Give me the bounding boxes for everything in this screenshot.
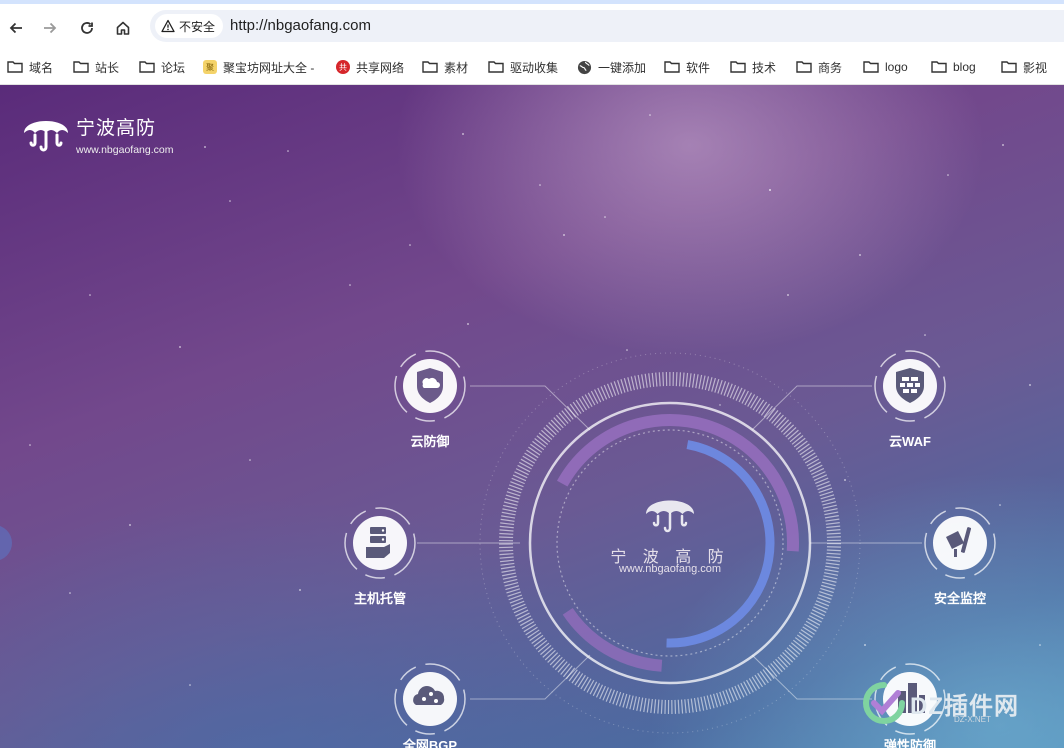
feature-node-bgp[interactable] — [394, 663, 466, 735]
feature-label[interactable]: 主机托管 — [354, 588, 406, 607]
watermark-logo-icon — [863, 682, 905, 724]
bookmark-folder[interactable]: blog — [931, 56, 976, 78]
bookmark-folder[interactable]: 站长 — [73, 56, 119, 78]
feature-node-cloud-waf[interactable] — [874, 350, 946, 422]
bookmark-folder[interactable]: 论坛 — [139, 56, 185, 78]
reload-icon — [81, 22, 93, 34]
feature-label[interactable]: 全网BGP — [403, 735, 457, 748]
site-info-chip[interactable]: 不安全 — [155, 14, 224, 38]
site-favicon: 聚 — [203, 60, 217, 74]
feature-label[interactable]: 弹性防御 — [884, 735, 936, 748]
url-text[interactable]: http://nbgaofang.com — [230, 17, 371, 34]
bookmark-label: 一键添加 — [598, 60, 647, 75]
bookmark-folder[interactable]: 软件 — [664, 56, 710, 78]
bookmark-link[interactable]: 聚 聚宝坊网址大全 - — [203, 56, 314, 78]
bookmark-link[interactable]: 共 共享网络 — [336, 56, 404, 78]
bookmark-label: logo — [885, 60, 908, 74]
bookmark-folder[interactable]: 驱动收集 — [488, 56, 558, 78]
folder-icon — [664, 61, 680, 73]
bookmark-folder[interactable]: logo — [863, 56, 908, 78]
globe-icon — [577, 60, 592, 74]
bookmark-link[interactable]: 一键添加 — [577, 56, 646, 78]
folder-icon — [488, 61, 504, 73]
reload-button[interactable] — [73, 14, 101, 42]
bookmark-folder[interactable]: 技术 — [730, 56, 776, 78]
folder-icon — [139, 61, 155, 73]
bookmark-label: 影视 — [1023, 60, 1048, 75]
home-icon — [116, 21, 130, 35]
bookmark-label: 商务 — [818, 60, 843, 75]
folder-icon — [422, 61, 438, 73]
browser-toolbar: 不安全 http://nbgaofang.com — [0, 4, 1064, 48]
watermark-sub: DZ-X.NET — [954, 715, 991, 724]
bookmark-label: 站长 — [95, 60, 120, 75]
bookmark-label: 聚宝坊网址大全 - — [223, 60, 315, 75]
folder-icon — [7, 61, 23, 73]
bookmark-folder[interactable]: 域名 — [7, 56, 53, 78]
folder-icon — [1001, 61, 1017, 73]
bookmark-label: 素材 — [444, 60, 469, 75]
feature-node-security-monitor[interactable] — [924, 507, 996, 579]
address-bar[interactable]: 不安全 http://nbgaofang.com — [150, 10, 1064, 42]
bookmark-label: 域名 — [29, 60, 54, 75]
warning-icon — [161, 19, 175, 33]
bookmark-label: 共享网络 — [356, 60, 405, 75]
bookmark-folder[interactable]: 商务 — [796, 56, 842, 78]
bookmarks-bar: 域名 站长 论坛 聚 聚宝坊网址大全 - 共 共享网络 素材 驱动收集 一键添加… — [0, 50, 1064, 85]
bookmark-folder[interactable]: 素材 — [422, 56, 468, 78]
hero-section: 宁波高防 www.nbgaofang.com 宁 波 高 防 www.nbgao… — [0, 85, 1064, 748]
feature-label[interactable]: 安全监控 — [934, 588, 986, 607]
security-label: 不安全 — [179, 19, 216, 34]
back-button[interactable] — [2, 14, 30, 42]
feature-label[interactable]: 云防御 — [410, 431, 449, 450]
feature-nodes — [344, 350, 996, 735]
watermark: DZ插件网 DZ-X.NET — [862, 681, 1019, 725]
folder-icon — [931, 61, 947, 73]
folder-icon — [730, 61, 746, 73]
forward-button[interactable] — [36, 14, 64, 42]
bookmark-label: 软件 — [686, 60, 711, 75]
bookmark-label: 驱动收集 — [510, 60, 559, 75]
feature-node-server-hosting[interactable] — [344, 507, 416, 579]
folder-icon — [796, 61, 812, 73]
feature-node-cloud-defense[interactable] — [394, 350, 466, 422]
feature-label[interactable]: 云WAF — [889, 431, 931, 450]
bookmark-folder[interactable]: 影视 — [1001, 56, 1047, 78]
folder-icon — [73, 61, 89, 73]
bookmark-label: blog — [953, 60, 976, 74]
bookmark-label: 技术 — [752, 60, 777, 75]
site-favicon: 共 — [336, 60, 350, 74]
arrow-right-icon — [44, 22, 57, 34]
arrow-left-icon — [9, 22, 22, 34]
folder-icon — [863, 61, 879, 73]
bookmark-label: 论坛 — [161, 60, 186, 75]
home-button[interactable] — [109, 14, 137, 42]
